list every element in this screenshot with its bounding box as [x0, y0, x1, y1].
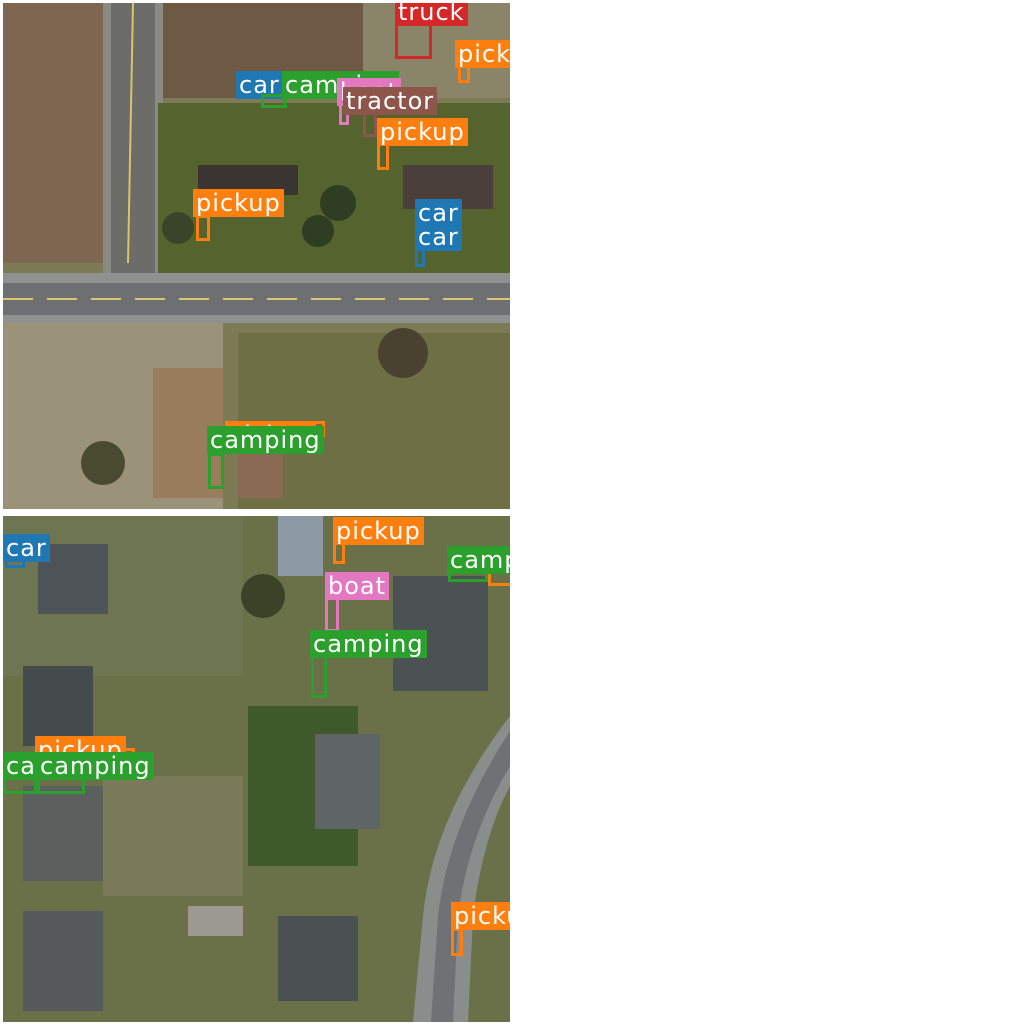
- aerial-image-bottom: carpickuppickupcampingboatcampingpickupc…: [3, 516, 510, 1022]
- detection-label-car: car: [3, 534, 50, 562]
- detection-box-pickup: [333, 542, 345, 564]
- detection-label-pickup: pickup: [451, 902, 510, 930]
- detection-label-camping: camping: [447, 546, 510, 574]
- detection-box-camping: [208, 453, 224, 489]
- aerial-image-top: truckpickupcarcampingboattractorpickuppi…: [3, 3, 510, 509]
- detection-label-boat: boat: [325, 572, 390, 600]
- detection-label-pickup: pickup: [333, 517, 424, 545]
- detection-label-pickup: pickup: [377, 118, 468, 146]
- detection-label-pickup: pickup: [193, 189, 284, 217]
- detection-label-car: car: [415, 223, 462, 251]
- detection-label-pickup: pickup: [455, 40, 510, 68]
- detection-box-boat: [325, 596, 339, 632]
- detection-box-camping: [311, 654, 327, 698]
- detection-label-camping: camping: [310, 630, 427, 658]
- detection-box-pickup: [451, 928, 463, 956]
- detection-label-camping: camping: [37, 752, 154, 780]
- detection-box-pickup: [196, 215, 210, 241]
- detection-label-truck: truck: [395, 3, 468, 26]
- detection-label-tractor: tractor: [343, 87, 438, 115]
- detection-label-camping: camping: [207, 426, 324, 454]
